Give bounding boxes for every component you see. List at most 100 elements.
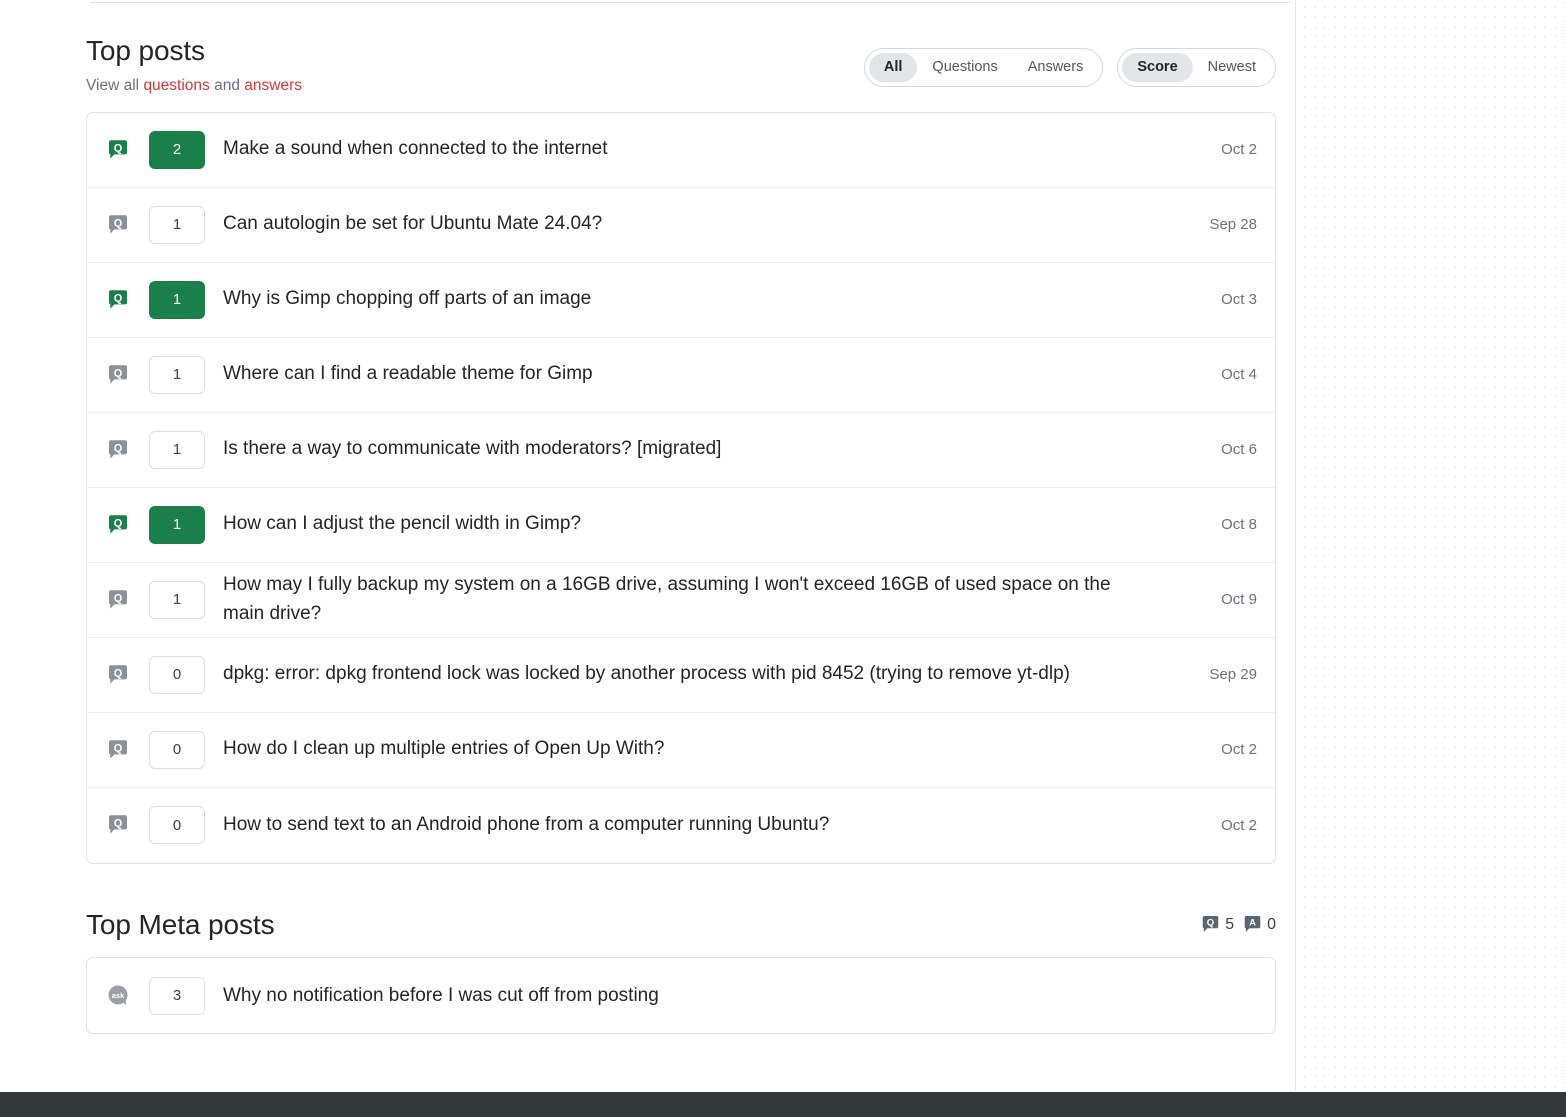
accepted-score-badge: 2	[149, 130, 205, 169]
post-row[interactable]: Q 1 Where can I find a readable theme for …	[87, 338, 1275, 413]
post-row[interactable]: Q 0 dpkg: error: dpkg frontend lock was lo…	[87, 638, 1275, 713]
page-root: Top posts View all questions and answers…	[0, 0, 1566, 1117]
top-posts-header: Top posts View all questions and answers…	[86, 0, 1276, 96]
view-all-line: View all questions and answers	[86, 76, 302, 96]
score-badge: 1	[149, 580, 205, 619]
question-icon: Q	[107, 289, 149, 311]
score-badge: 1	[149, 430, 205, 469]
post-row[interactable]: Q 1 Is there a way to communicate with mod…	[87, 413, 1275, 488]
post-title-link[interactable]: How to send text to an Android phone fro…	[223, 814, 829, 835]
sort-btn-score[interactable]: Score	[1122, 53, 1193, 82]
post-title-cell: dpkg: error: dpkg frontend lock was lock…	[223, 660, 1165, 689]
post-date: Oct 4	[1221, 366, 1257, 384]
svg-text:Q: Q	[114, 742, 123, 754]
post-title-cell: Where can I find a readable theme for Gi…	[223, 360, 1165, 389]
post-row[interactable]: Q 0 How to send text to an Android phone f…	[87, 788, 1275, 863]
meta-count-value: 5	[1225, 915, 1235, 933]
post-date: Oct 2	[1221, 141, 1257, 159]
post-title-link[interactable]: How do I clean up multiple entries of Op…	[223, 738, 664, 759]
svg-text:Q: Q	[114, 442, 123, 454]
view-all-questions-link[interactable]: questions	[143, 77, 209, 94]
post-row[interactable]: Q 1 Why is Gimp chopping off parts of an i…	[87, 263, 1275, 338]
meta-posts-header: Top Meta posts Q5 A0	[86, 908, 1276, 942]
view-all-answers-link[interactable]: answers	[244, 77, 302, 94]
post-score-cell: 1	[149, 205, 223, 244]
ask-icon: ask	[107, 984, 149, 1008]
post-title-cell: How can I adjust the pencil width in Gim…	[223, 510, 1165, 539]
view-all-prefix: View all	[86, 76, 144, 94]
meta-count-item: Q5	[1201, 915, 1234, 934]
score-badge: 1	[149, 205, 205, 244]
svg-text:Q: Q	[114, 517, 123, 529]
score-badge: 3	[149, 976, 205, 1015]
question-icon: Q	[107, 364, 149, 386]
svg-text:Q: Q	[114, 367, 123, 379]
top-posts-list: Q 2 Make a sound when connected to the int…	[86, 111, 1276, 864]
question-icon: Q	[107, 739, 149, 761]
main-content: Top posts View all questions and answers…	[86, 0, 1276, 1035]
post-row[interactable]: Q 2 Make a sound when connected to the int…	[87, 113, 1275, 188]
post-score-cell: 1	[149, 355, 223, 394]
post-sort-filter-group: Score Newest	[1117, 48, 1276, 87]
accepted-score-badge: 1	[149, 505, 205, 544]
svg-text:Q: Q	[114, 818, 123, 830]
post-title-cell: How may I fully backup my system on a 16…	[223, 571, 1165, 628]
post-title-link[interactable]: Where can I find a readable theme for Gi…	[223, 363, 593, 384]
post-title-link[interactable]: dpkg: error: dpkg frontend lock was lock…	[223, 663, 1070, 684]
post-score-cell: 3	[149, 976, 223, 1015]
view-all-middle: and	[209, 76, 245, 94]
question-icon: Q	[107, 589, 149, 611]
post-row[interactable]: Q 1 How may I fully backup my system on a …	[87, 563, 1275, 638]
post-score-cell: 0	[149, 806, 223, 845]
post-row[interactable]: Q 0 How do I clean up multiple entries of …	[87, 713, 1275, 788]
question-icon: Q	[107, 664, 149, 686]
post-date: Oct 6	[1221, 441, 1257, 459]
post-score-cell: 1	[149, 505, 223, 544]
meta-count-item: A0	[1243, 915, 1276, 934]
post-title-cell: How do I clean up multiple entries of Op…	[223, 735, 1165, 764]
right-sidebar-dotted-area	[1298, 0, 1566, 1090]
score-badge: 0	[149, 730, 205, 769]
post-row[interactable]: Q 1 Can autologin be set for Ubuntu Mate 2…	[87, 188, 1275, 263]
post-type-filter-group: All Questions Answers	[863, 48, 1104, 87]
svg-text:Q: Q	[114, 142, 123, 154]
bottom-taskbar	[0, 1092, 1566, 1117]
post-row[interactable]: Q 1 How can I adjust the pencil width in G…	[87, 488, 1275, 563]
post-date: Oct 2	[1221, 741, 1257, 759]
post-title-link[interactable]: Why is Gimp chopping off parts of an ima…	[223, 288, 591, 309]
filter-btn-all[interactable]: All	[868, 53, 918, 82]
score-badge: 1	[149, 355, 205, 394]
question-icon: Q	[107, 214, 149, 236]
meta-posts-counts: Q5 A0	[1201, 915, 1276, 934]
post-title-cell: Why is Gimp chopping off parts of an ima…	[223, 285, 1165, 314]
score-badge: 0	[149, 655, 205, 694]
right-pane-divider	[1295, 0, 1296, 1090]
svg-text:Q: Q	[1207, 918, 1214, 929]
post-date: Sep 29	[1209, 666, 1257, 684]
post-title-link[interactable]: How can I adjust the pencil width in Gim…	[223, 513, 581, 534]
question-icon: Q	[107, 814, 149, 836]
post-title-link[interactable]: Can autologin be set for Ubuntu Mate 24.…	[223, 213, 602, 234]
post-score-cell: 2	[149, 130, 223, 169]
post-date: Oct 8	[1221, 516, 1257, 534]
post-title-link[interactable]: Is there a way to communicate with moder…	[223, 438, 721, 459]
score-badge: 0	[149, 806, 205, 845]
post-score-cell: 1	[149, 430, 223, 469]
post-title-link[interactable]: How may I fully backup my system on a 16…	[223, 574, 1111, 624]
post-score-cell: 0	[149, 655, 223, 694]
answer-badge-icon: A	[1243, 915, 1262, 934]
post-title-link[interactable]: Make a sound when connected to the inter…	[223, 138, 607, 159]
post-row[interactable]: ask 3 Why no notification before I was cut…	[87, 958, 1275, 1033]
meta-count-value: 0	[1267, 915, 1276, 933]
svg-text:Q: Q	[114, 292, 123, 304]
svg-text:ask: ask	[112, 991, 125, 1000]
svg-text:Q: Q	[114, 217, 123, 229]
post-title-cell: Is there a way to communicate with moder…	[223, 435, 1165, 464]
filter-btn-answers[interactable]: Answers	[1013, 53, 1099, 82]
filter-btn-questions[interactable]: Questions	[917, 53, 1012, 82]
post-date: Oct 2	[1221, 816, 1257, 834]
post-title-cell: Make a sound when connected to the inter…	[223, 135, 1165, 164]
post-title-link[interactable]: Why no notification before I was cut off…	[223, 985, 659, 1006]
sort-btn-newest[interactable]: Newest	[1193, 53, 1271, 82]
top-posts-header-left: Top posts View all questions and answers	[86, 34, 302, 96]
